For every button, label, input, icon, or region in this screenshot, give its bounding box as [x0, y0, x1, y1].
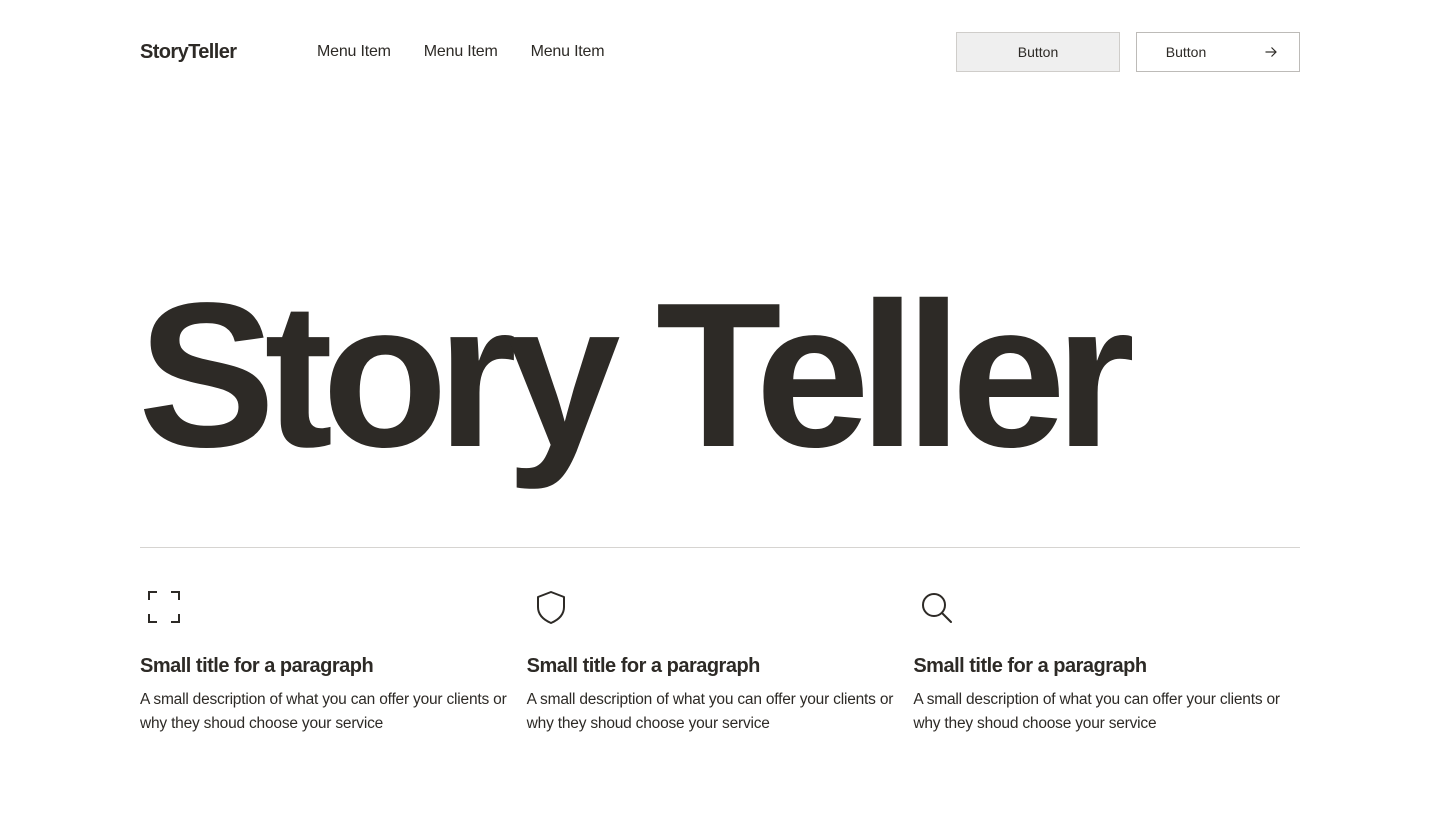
hero-title: Story Teller	[138, 260, 1135, 490]
feature-description: A small description of what you can offe…	[913, 691, 1280, 732]
expand-frame-icon	[148, 590, 180, 624]
shield-icon	[535, 590, 567, 624]
feature-card: Small title for a paragraph A small desc…	[913, 590, 1300, 736]
header-actions: Button Button	[956, 32, 1300, 72]
page: StoryTeller Menu Item Menu Item Menu Ite…	[0, 0, 1440, 836]
nav-item-2[interactable]: Menu Item	[424, 43, 498, 61]
main-nav: Menu Item Menu Item Menu Item	[317, 43, 605, 61]
feature-description: A small description of what you can offe…	[140, 691, 507, 732]
logo[interactable]: StoryTeller	[140, 41, 317, 64]
secondary-button-label: Button	[1165, 44, 1207, 60]
secondary-button[interactable]: Button	[1136, 32, 1300, 72]
feature-title: Small title for a paragraph	[140, 655, 374, 677]
feature-card: Small title for a paragraph A small desc…	[140, 590, 527, 736]
divider	[140, 547, 1300, 548]
feature-title: Small title for a paragraph	[913, 655, 1147, 677]
arrow-right-icon	[1264, 45, 1278, 59]
feature-card: Small title for a paragraph A small desc…	[527, 590, 914, 736]
primary-button[interactable]: Button	[956, 32, 1120, 72]
feature-title: Small title for a paragraph	[526, 655, 761, 677]
search-icon	[921, 590, 953, 624]
primary-button-label: Button	[1017, 44, 1059, 60]
nav-item-1[interactable]: Menu Item	[317, 43, 391, 61]
feature-description: A small description of what you can offe…	[526, 691, 894, 732]
nav-item-3[interactable]: Menu Item	[531, 43, 605, 61]
site-header: StoryTeller Menu Item Menu Item Menu Ite…	[140, 32, 1300, 72]
features: Small title for a paragraph A small desc…	[140, 590, 1300, 736]
